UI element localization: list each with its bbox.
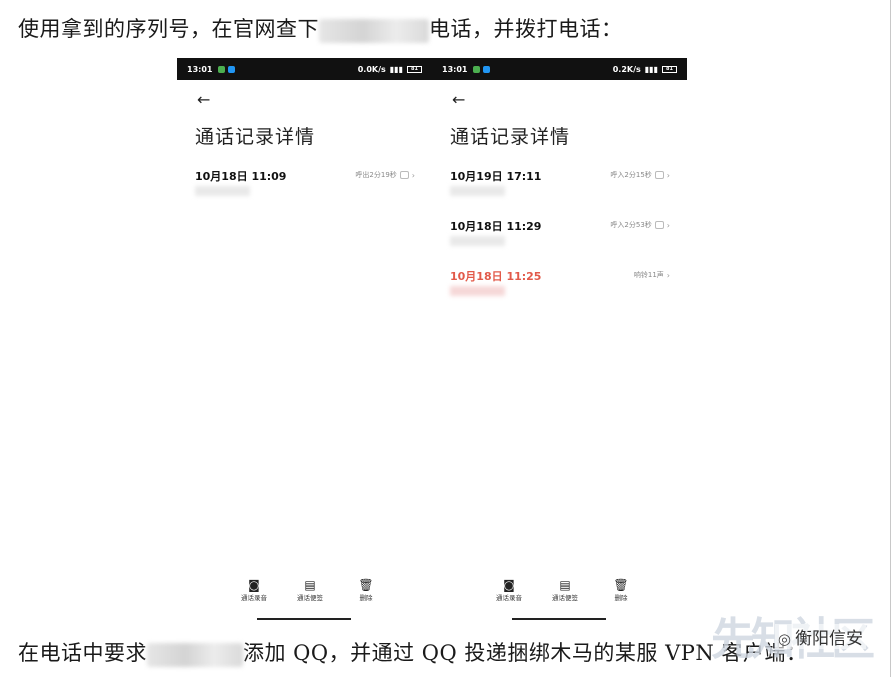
call-ring-count: 响铃11声 [633, 271, 664, 279]
redacted-block [450, 236, 505, 246]
trash-icon: 🗑 [358, 578, 374, 592]
delete-button[interactable]: 🗑 删除 [604, 578, 638, 602]
redacted-block [450, 286, 505, 296]
chevron-right-icon: › [411, 170, 415, 180]
phone-screenshot-a: 13:01 0.0K/s ▮▮▮ 81 ← 通话记录详情 10月18日 11:0… [177, 58, 432, 620]
call-meta: 呼出2分19秒 › [355, 170, 415, 180]
home-indicator[interactable] [257, 618, 351, 620]
screen-title: 通话记录详情 [450, 126, 571, 148]
bottom-toolbar: ◙ 通话录音 ▤ 通话便签 🗑 删除 [237, 578, 383, 602]
call-duration: 呼入2分15秒 [610, 171, 652, 179]
doc-line-2-before: 在电话中要求 [18, 641, 147, 665]
call-record-missed[interactable]: 10月18日 11:25 响铃11声 › [450, 268, 670, 308]
recording-icon: ◙ [503, 578, 515, 592]
chevron-right-icon: › [666, 270, 670, 280]
watermark-label: 衡阳信安 [795, 629, 863, 649]
doc-line-1-before: 使用拿到的序列号，在官网查下 [18, 17, 319, 41]
call-meta: 呼入2分15秒 › [610, 170, 670, 180]
doc-line-1: 使用拿到的序列号，在官网查下 电话，并拨打电话： [18, 13, 623, 43]
back-arrow-icon[interactable]: ← [452, 90, 465, 109]
signal-icon: ▮▮▮ [644, 64, 658, 74]
doc-line-2: 在电话中要求 添加 QQ，并通过 QQ 投递捆绑木马的某服 VPN 客户端： [18, 637, 807, 667]
call-recording-button[interactable]: ◙ 通话录音 [492, 578, 526, 602]
wechat-icon [473, 65, 481, 73]
sim-tag-icon [654, 221, 664, 229]
call-note-button[interactable]: ▤ 通话便签 [293, 578, 327, 602]
app-icon [228, 65, 236, 73]
redacted-block [147, 642, 243, 667]
app-icon [483, 65, 491, 73]
note-icon: ▤ [559, 578, 571, 592]
status-time: 13:01 [442, 64, 468, 74]
call-record[interactable]: 10月19日 17:11 呼入2分15秒 › [450, 168, 670, 208]
trash-icon: 🗑 [613, 578, 629, 592]
chevron-right-icon: › [666, 170, 670, 180]
note-icon: ▤ [304, 578, 316, 592]
call-meta: 呼入2分53秒 › [610, 220, 670, 230]
tool-label: 删除 [614, 594, 628, 602]
sim-tag-icon [654, 171, 664, 179]
call-recording-button[interactable]: ◙ 通话录音 [237, 578, 271, 602]
watermark-text: ◎ 衡阳信安 [774, 624, 866, 649]
redacted-block [319, 18, 429, 43]
tool-label: 通话便签 [297, 594, 323, 602]
wechat-icon [218, 65, 226, 73]
network-speed: 0.2K/s [612, 64, 641, 74]
battery-icon: 81 [662, 65, 677, 73]
recording-icon: ◙ [248, 578, 260, 592]
tool-label: 删除 [359, 594, 373, 602]
status-time: 13:01 [187, 64, 213, 74]
doc-line-1-after: 电话，并拨打电话： [429, 17, 623, 41]
call-duration: 呼入2分53秒 [610, 221, 652, 229]
tool-label: 通话录音 [496, 594, 522, 602]
home-indicator[interactable] [512, 618, 606, 620]
wechat-icon: ◎ [777, 630, 791, 648]
network-speed: 0.0K/s [357, 64, 386, 74]
status-bar: 13:01 0.0K/s ▮▮▮ 81 [177, 58, 432, 80]
battery-icon: 81 [407, 65, 422, 73]
status-bar: 13:01 0.2K/s ▮▮▮ 81 [432, 58, 687, 80]
call-record[interactable]: 10月18日 11:29 呼入2分53秒 › [450, 218, 670, 258]
call-note-button[interactable]: ▤ 通话便签 [548, 578, 582, 602]
chevron-right-icon: › [666, 220, 670, 230]
call-meta: 响铃11声 › [634, 270, 670, 280]
call-duration: 呼出2分19秒 [355, 171, 397, 179]
back-arrow-icon[interactable]: ← [197, 90, 210, 109]
bottom-toolbar: ◙ 通话录音 ▤ 通话便签 🗑 删除 [492, 578, 638, 602]
signal-icon: ▮▮▮ [389, 64, 403, 74]
call-record[interactable]: 10月18日 11:09 呼出2分19秒 › [195, 168, 415, 208]
redacted-block [450, 186, 505, 196]
tool-label: 通话录音 [241, 594, 267, 602]
screen-title: 通话记录详情 [195, 126, 316, 148]
sim-tag-icon [399, 171, 409, 179]
delete-button[interactable]: 🗑 删除 [349, 578, 383, 602]
phone-screenshot-b: 13:01 0.2K/s ▮▮▮ 81 ← 通话记录详情 10月19日 17:1… [432, 58, 687, 620]
redacted-block [195, 186, 250, 196]
tool-label: 通话便签 [552, 594, 578, 602]
